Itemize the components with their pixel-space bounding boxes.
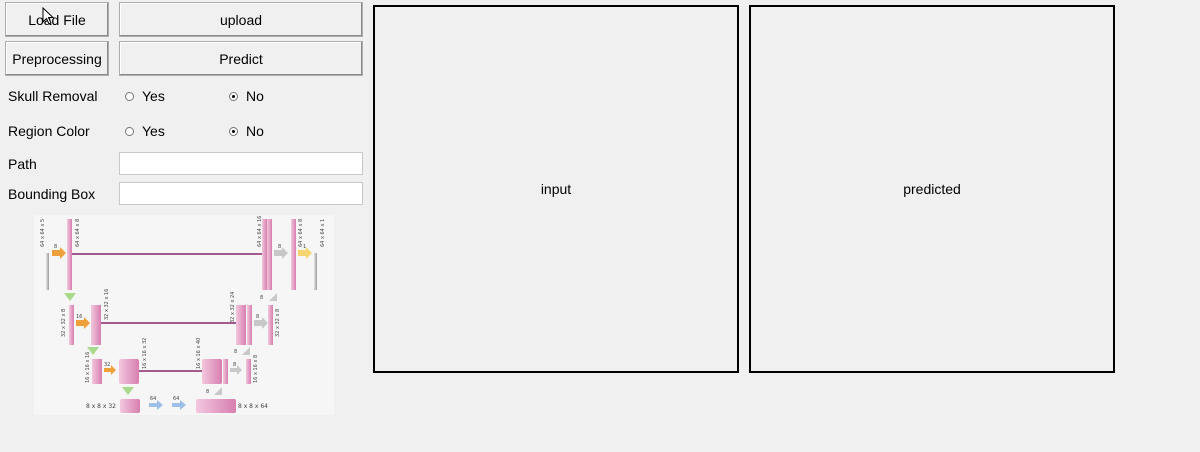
path-input[interactable] [119,152,363,175]
feature-map-block [46,253,49,290]
feature-map-block [291,219,296,290]
diagram-label: 16 x 16 x 32 [142,338,148,369]
feature-map-block [120,399,140,413]
predict-button[interactable]: Predict [119,41,363,76]
diagram-label: 64 x 64 x 8 [75,219,81,247]
diagram-label: 8 [206,389,209,395]
diagram-label: 64 [150,396,156,402]
radio-unselected-icon [125,126,134,136]
feature-map-block [196,399,236,413]
diagram-label: 16 x 16 x 8 [253,355,259,383]
diagram-label: 64 x 64 x 1 [320,219,326,247]
feature-map-block [246,359,251,384]
diagram-label: 32 [104,362,110,368]
predicted-image-panel: predicted [749,5,1115,373]
preprocessing-label: Preprocessing [12,50,102,67]
downsample-arrow-icon [64,293,76,301]
diagram-label: 16 [76,314,82,320]
feature-map-block [247,305,252,345]
input-image-panel: input [373,5,739,373]
region-color-no-label: No [246,123,264,139]
diagram-label: 32 x 32 x 8 [275,309,281,337]
feature-map-block [91,305,101,345]
diagram-label: 16 x 16 x 16 [85,352,91,383]
region-color-yes-radio[interactable]: Yes [125,123,165,139]
feature-map-block [202,359,222,384]
preprocessing-button[interactable]: Preprocessing [5,41,109,76]
feature-map-block [236,305,246,345]
upsample-arrow-icon [269,293,277,301]
feature-map-block [268,305,273,345]
feature-map-block [223,359,228,384]
path-label: Path [8,156,37,172]
feature-map-block [119,359,139,384]
diagram-label: 32 x 32 x 16 [104,289,110,320]
predicted-panel-label: predicted [903,181,961,197]
upsample-arrow-icon [242,347,250,355]
mouse-pointer-icon [42,7,55,25]
diagram-label: 16 x 16 x 40 [196,338,202,369]
diagram-label: 64 [173,396,179,402]
diagram-label: 8 x 8 x 64 [238,403,268,410]
diagram-label: 32 x 32 x 8 [61,309,67,337]
diagram-label: 8 [278,244,281,250]
input-panel-label: input [540,181,572,197]
diagram-label: 64 x 64 x 8 [298,219,304,247]
diagram-label: 8 x 8 x 32 [86,403,116,410]
skull-removal-yes-radio[interactable]: Yes [125,88,165,104]
bounding-box-input[interactable] [119,182,363,205]
diagram-label: 32 x 32 x 24 [230,292,236,323]
radio-unselected-icon [125,91,134,101]
feature-map-block [314,253,317,290]
predict-label: Predict [219,50,263,67]
diagram-label: 8 [256,314,259,320]
diagram-label: 8 [233,362,236,368]
upload-button[interactable]: upload [119,2,363,37]
bounding-box-label: Bounding Box [8,186,96,202]
feature-map-block [69,305,74,345]
downsample-arrow-icon [122,387,134,395]
upsample-arrow-icon [214,387,222,395]
load-file-label: Load File [28,11,86,28]
region-color-label: Region Color [8,123,90,139]
unet-diagram-svg: 64 x 64 x 5 64 x 64 x 8 8 64 x 64 x 16 8… [40,216,326,413]
load-file-button[interactable]: Load File [5,2,109,37]
feature-map-block [92,359,102,384]
diagram-label: 8 [234,349,237,355]
unet-architecture-diagram: 64 x 64 x 5 64 x 64 x 8 8 64 x 64 x 16 8… [34,215,334,415]
diagram-label: 64 x 64 x 5 [40,219,46,247]
diagram-label: 8 [54,244,57,250]
diagram-label: 8 [260,295,263,301]
skull-removal-no-radio[interactable]: No [229,88,264,104]
feature-map-block [267,219,272,290]
diagram-label: 1 [303,244,306,250]
region-color-no-radio[interactable]: No [229,123,264,139]
radio-selected-icon [229,126,238,136]
diagram-label: 64 x 64 x 16 [257,216,263,247]
upload-label: upload [219,11,263,28]
skull-removal-label: Skull Removal [8,88,98,104]
region-color-yes-label: Yes [142,123,165,139]
radio-selected-icon [229,91,238,101]
skull-removal-no-label: No [246,88,264,104]
skull-removal-yes-label: Yes [142,88,165,104]
feature-map-block [67,219,72,290]
